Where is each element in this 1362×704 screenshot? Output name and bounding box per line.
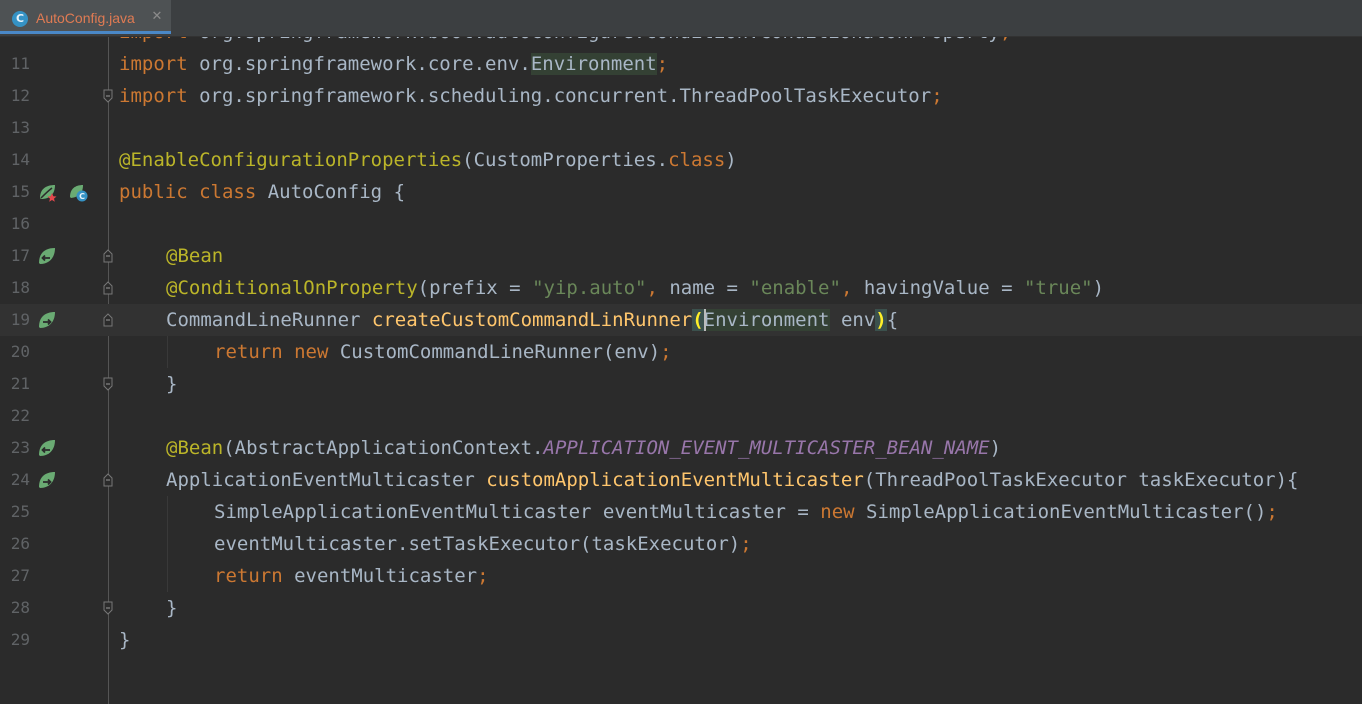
code-line-25[interactable]: 25 SimpleApplicationEventMulticaster eve…: [0, 496, 1362, 528]
editor-tab-bar: C AutoConfig.java ✕: [0, 0, 1362, 37]
svg-text:C: C: [79, 192, 85, 201]
code-text: return new CustomCommandLineRunner(env);: [214, 341, 672, 363]
line-number: 27: [10, 566, 30, 585]
code-line-18[interactable]: 18 @ConditionalOnProperty(prefix = "yip.…: [0, 272, 1362, 304]
line-number: 26: [10, 534, 30, 553]
line-number: 29: [10, 630, 30, 649]
line-number: 14: [10, 150, 30, 169]
fold-start-icon[interactable]: [101, 249, 115, 263]
line-number: 20: [10, 342, 30, 361]
fold-end-icon[interactable]: [101, 89, 115, 103]
fold-start-icon[interactable]: [101, 281, 115, 295]
java-class-icon: C: [12, 11, 28, 27]
code-line-21[interactable]: 21 }: [0, 368, 1362, 400]
code-text: CommandLineRunner createCustomCommandLin…: [166, 308, 899, 331]
code-line-23[interactable]: 23 @Bean(AbstractApplicationContext.APPL…: [0, 432, 1362, 464]
indent-guide: [167, 336, 168, 368]
code-text: @EnableConfigurationProperties(CustomPro…: [119, 149, 737, 171]
code-line-27[interactable]: 27 return eventMulticaster;: [0, 560, 1362, 592]
code-text: }: [166, 373, 178, 395]
spring-bean-navigate-icon[interactable]: [37, 438, 57, 458]
spring-bean-icon[interactable]: [37, 182, 57, 202]
line-number: 13: [10, 118, 30, 137]
code-line-10[interactable]: import org.springframework.boot.autoconf…: [0, 37, 1362, 48]
line-number: 17: [10, 246, 30, 265]
line-number: 15: [10, 182, 30, 201]
code-line-14[interactable]: 14 @EnableConfigurationProperties(Custom…: [0, 144, 1362, 176]
line-number: 16: [10, 214, 30, 233]
line-number: 28: [10, 598, 30, 617]
code-text: import org.springframework.scheduling.co…: [119, 85, 943, 107]
spring-bean-navigate-icon[interactable]: [37, 470, 57, 490]
code-line-13[interactable]: 13: [0, 112, 1362, 144]
code-text: @ConditionalOnProperty(prefix = "yip.aut…: [166, 277, 1105, 299]
code-line-24[interactable]: 24 ApplicationEventMulticaster customApp…: [0, 464, 1362, 496]
code-text: return eventMulticaster;: [214, 565, 489, 587]
line-number: 23: [10, 438, 30, 457]
code-line-11[interactable]: 11 import org.springframework.core.env.E…: [0, 48, 1362, 80]
fold-end-icon[interactable]: [101, 377, 115, 391]
indent-guide: [167, 528, 168, 560]
fold-start-icon[interactable]: [101, 473, 115, 487]
code-line-17[interactable]: 17 @Bean: [0, 240, 1362, 272]
code-text: }: [166, 597, 178, 619]
tab-autoconfig-java[interactable]: C AutoConfig.java ✕: [0, 0, 171, 34]
code-text: ApplicationEventMulticaster customApplic…: [166, 469, 1299, 491]
spring-bean-navigate-icon[interactable]: [37, 246, 57, 266]
code-text: @Bean: [166, 245, 224, 267]
indent-guide: [167, 560, 168, 592]
spring-configuration-icon[interactable]: C: [68, 182, 88, 202]
code-line-22[interactable]: 22: [0, 400, 1362, 432]
line-number: 25: [10, 502, 30, 521]
code-line-19-current[interactable]: 19 CommandLineRunner createCustomCommand…: [0, 304, 1362, 336]
code-line-12[interactable]: 12 import org.springframework.scheduling…: [0, 80, 1362, 112]
fold-end-icon[interactable]: [101, 601, 115, 615]
code-text: import org.springframework.boot.autoconf…: [119, 37, 1011, 48]
code-text: eventMulticaster.setTaskExecutor(taskExe…: [214, 533, 752, 555]
code-line-16[interactable]: 16: [0, 208, 1362, 240]
spring-bean-navigate-icon[interactable]: [37, 310, 57, 330]
tab-label: AutoConfig.java: [36, 10, 135, 26]
code-editor[interactable]: import org.springframework.boot.autoconf…: [0, 37, 1362, 704]
text-caret: [703, 308, 706, 331]
line-number: 24: [10, 470, 30, 489]
code-text: }: [119, 629, 131, 651]
code-line-15[interactable]: 15 C public class AutoConfig {: [0, 176, 1362, 208]
code-line-26[interactable]: 26 eventMulticaster.setTaskExecutor(task…: [0, 528, 1362, 560]
line-number: 12: [10, 86, 30, 105]
code-line-20[interactable]: 20 return new CustomCommandLineRunner(en…: [0, 336, 1362, 368]
code-text: public class AutoConfig {: [119, 181, 406, 203]
fold-start-icon[interactable]: [101, 313, 115, 327]
indent-guide: [167, 496, 168, 528]
code-text: import org.springframework.core.env.Envi…: [119, 53, 669, 75]
code-text: @Bean(AbstractApplicationContext.APPLICA…: [166, 437, 1002, 459]
line-number: 18: [10, 278, 30, 297]
close-icon[interactable]: ✕: [150, 9, 164, 25]
line-number: 21: [10, 374, 30, 393]
code-text: SimpleApplicationEventMulticaster eventM…: [214, 501, 1278, 523]
line-number: 19: [10, 310, 30, 329]
code-line-29[interactable]: 29 }: [0, 624, 1362, 656]
line-number: 22: [10, 406, 30, 425]
line-number: 11: [10, 54, 30, 73]
code-line-28[interactable]: 28 }: [0, 592, 1362, 624]
